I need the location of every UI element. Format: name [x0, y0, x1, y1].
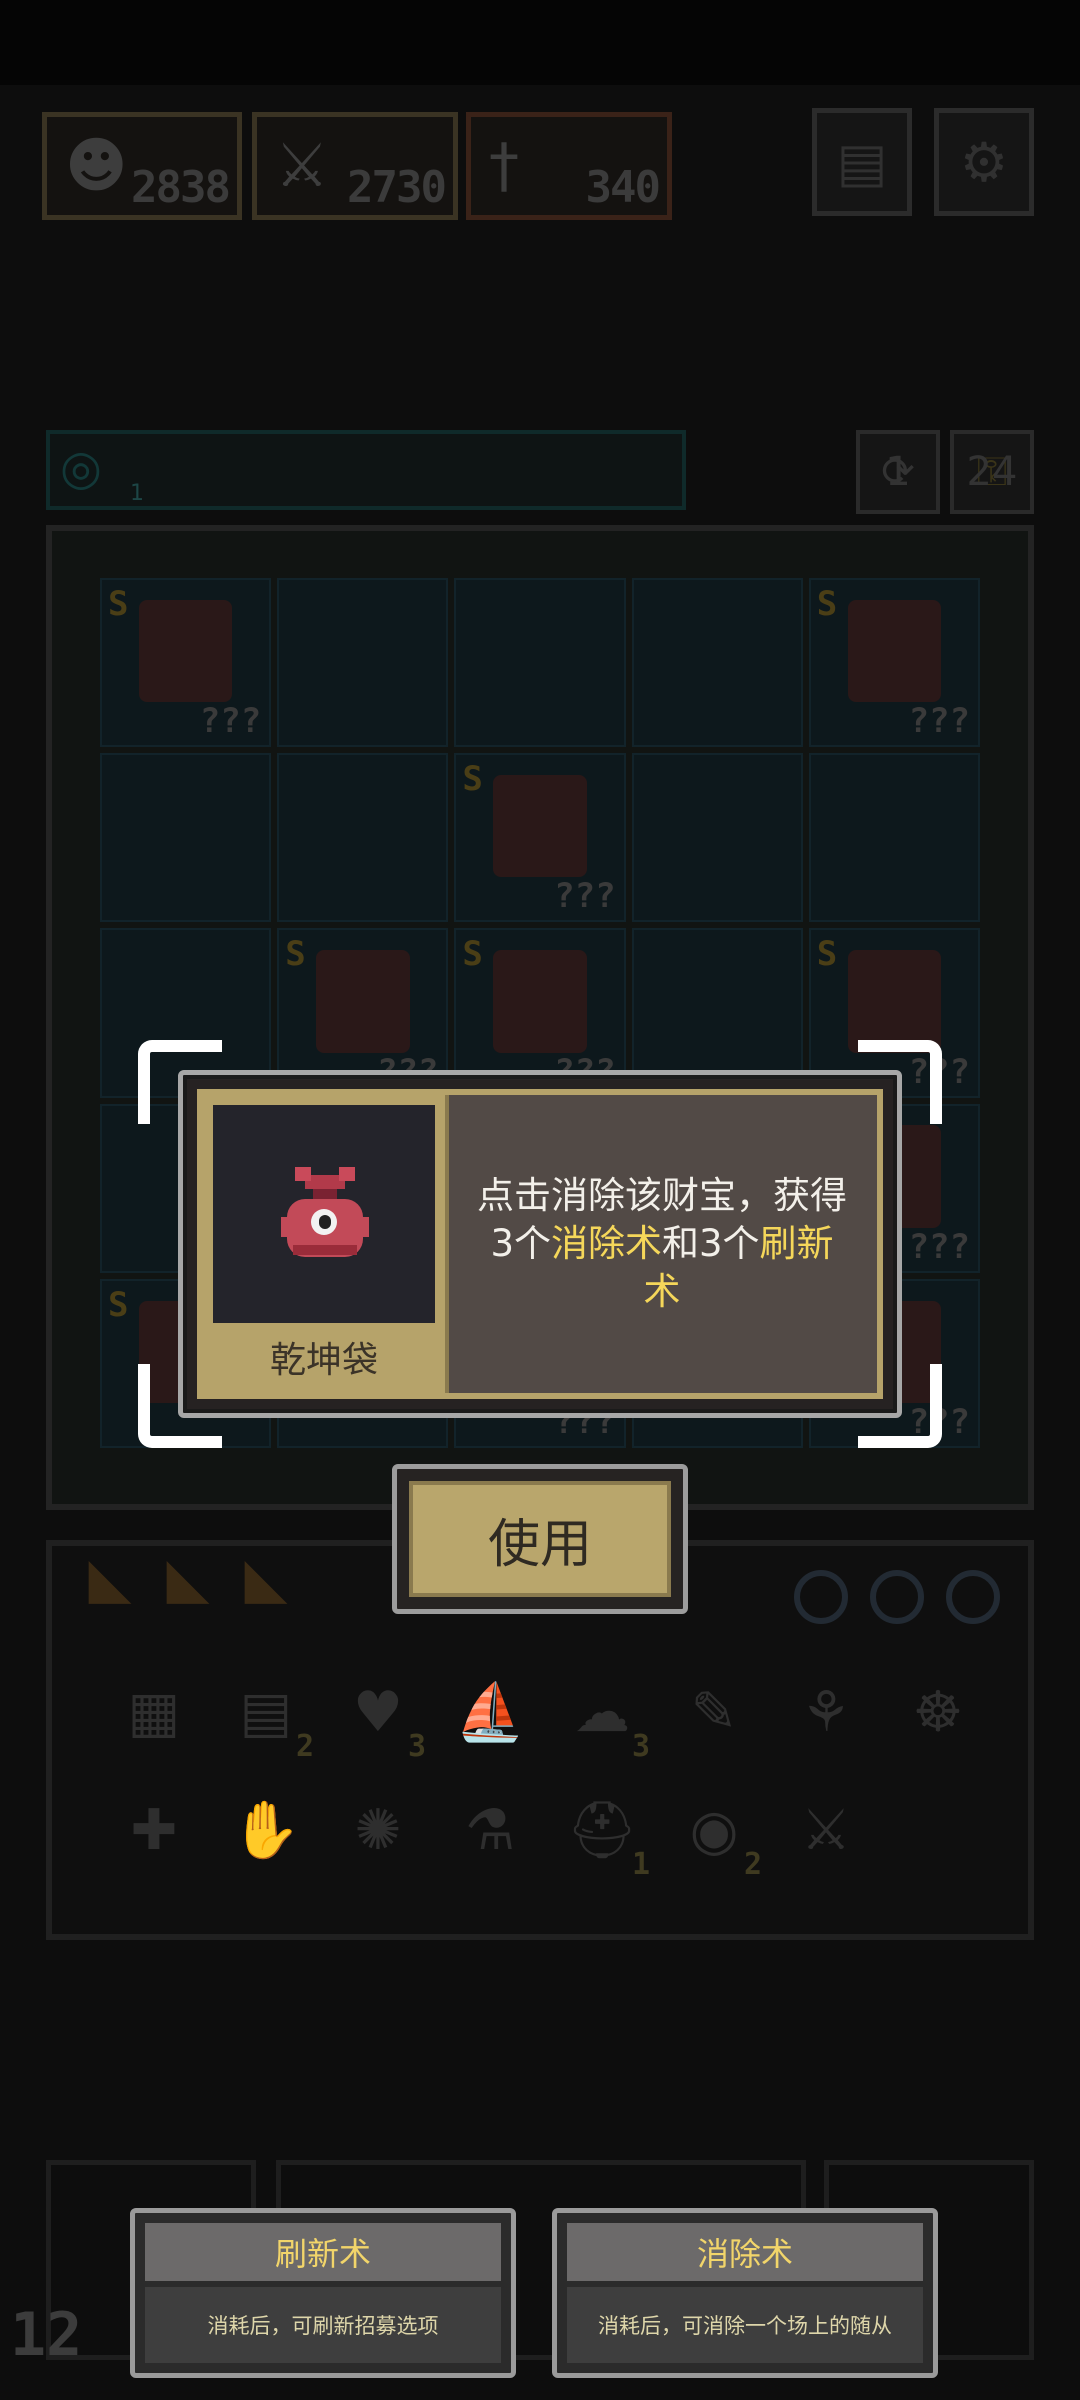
orb-icon	[794, 1570, 848, 1624]
book-icon: ▤	[836, 130, 888, 194]
attack-value: 2730	[347, 162, 447, 213]
desc-highlight-remove: 消除术	[551, 1222, 662, 1265]
inventory-tab-icon[interactable]: ◣	[80, 1548, 140, 1610]
inventory-tab-icon[interactable]: ◣	[158, 1548, 218, 1610]
sword-icon: ⚔	[275, 131, 329, 201]
board-cell[interactable]	[100, 753, 272, 923]
unknown-stat: ???	[908, 1226, 970, 1267]
inventory-item-icon[interactable]: ☸	[894, 1668, 982, 1756]
use-button-label: 使用	[409, 1481, 671, 1597]
inventory-item-icon[interactable]: ♥ 3	[334, 1668, 426, 1765]
card-title: 刷新术	[145, 2223, 501, 2281]
item-name: 乾坤袋	[269, 1340, 378, 1381]
attack-stat: ⚔ 2730	[252, 112, 458, 220]
popup-body: 乾坤袋 点击消除该财宝，获得3个消除术和3个刷新术	[197, 1089, 883, 1399]
item-count: 3	[631, 1729, 650, 1764]
inventory-item-icon[interactable]: ◉ 2	[670, 1786, 762, 1883]
tier-badge: S	[462, 934, 483, 975]
tier-badge: S	[108, 584, 129, 624]
use-button[interactable]: 使用	[392, 1464, 688, 1614]
remove-button[interactable]: ⚿ 24	[950, 430, 1034, 514]
tier-badge: S	[816, 584, 838, 624]
board-cell[interactable]	[808, 753, 980, 923]
board-cell[interactable]: S???	[808, 578, 980, 748]
item-pane: 乾坤袋	[203, 1095, 449, 1393]
orb-icon	[870, 1570, 924, 1624]
inventory-item-icon[interactable]: ⛵	[446, 1668, 534, 1756]
refresh-button[interactable]: ⟳ 1	[856, 430, 940, 514]
inventory-item-icon[interactable]: ✎	[670, 1668, 758, 1756]
item-image	[213, 1105, 435, 1323]
hero-sprite	[493, 950, 587, 1053]
wave-number: 12	[10, 2300, 83, 2370]
board-cell[interactable]: S???	[100, 578, 272, 748]
inventory-item-icon[interactable]: ✺	[334, 1786, 422, 1874]
board-cell[interactable]	[277, 753, 449, 923]
card-title: 消除术	[567, 2223, 923, 2281]
inventory-tab-icon[interactable]: ◣	[236, 1548, 296, 1610]
inventory-item-icon[interactable]: ⚘	[782, 1668, 870, 1756]
item-count: 1	[631, 1847, 650, 1882]
board-cell[interactable]: S???	[454, 753, 626, 923]
hero-sprite	[847, 950, 942, 1053]
unknown-stat: ???	[199, 701, 262, 742]
inventory-item-icon[interactable]: ▦	[110, 1668, 198, 1756]
inventory-item-icon[interactable]: ✚	[110, 1786, 198, 1874]
tier-badge: S	[285, 934, 306, 975]
hero-sprite	[493, 775, 587, 878]
status-bar	[0, 0, 1080, 85]
timer-icon: ◎	[60, 440, 102, 496]
board-cell[interactable]	[631, 578, 803, 748]
unknown-stat: ???	[908, 701, 970, 742]
inventory-item-icon[interactable]: ⚔	[782, 1786, 870, 1874]
tier-badge: S	[462, 759, 483, 800]
card-description: 消耗后，可消除一个场上的随从	[567, 2287, 923, 2363]
timer-count: 1	[130, 481, 144, 506]
dagger-icon: †	[489, 131, 519, 201]
hero-sprite	[138, 599, 233, 703]
inventory-item-icon[interactable]: ▤ 2	[222, 1668, 314, 1765]
orb-icon	[946, 1570, 1000, 1624]
bag-icon	[281, 1167, 369, 1257]
refresh-count: 1	[885, 449, 911, 495]
item-count: 3	[407, 1729, 426, 1764]
hp-value: 2838	[131, 162, 231, 213]
tier-badge: S	[108, 1284, 129, 1325]
weapon-value: 340	[585, 162, 661, 213]
inventory-item-icon[interactable]: ✋	[222, 1786, 310, 1874]
hero-sprite	[315, 950, 410, 1053]
card-description: 消耗后，可刷新招募选项	[145, 2287, 501, 2363]
inventory-row: ▦ ▤ 2 ♥ 3 ⛵ ☁ 3 ✎ ⚘ ☸	[110, 1668, 990, 1768]
weapon-stat: † 340	[466, 112, 672, 220]
item-count: 2	[295, 1729, 314, 1764]
inventory-row: ✚ ✋ ✺ ⚗ ⛑ 1 ◉ 2 ⚔	[110, 1786, 890, 1886]
hp-stat: ☻ 2838	[42, 112, 242, 220]
book-button[interactable]: ▤	[812, 108, 912, 216]
timer-bar: ◎ 1	[46, 430, 686, 510]
inventory-item-icon[interactable]: ⛑ 1	[558, 1786, 650, 1882]
remove-spell-card[interactable]: 消除术 消耗后，可消除一个场上的随从	[552, 2208, 938, 2378]
desc-text: 和3个	[662, 1222, 760, 1265]
settings-button[interactable]: ⚙	[934, 108, 1034, 216]
gear-icon: ⚙	[959, 130, 1009, 194]
board-cell[interactable]	[631, 753, 803, 923]
treasure-popup: 乾坤袋 点击消除该财宝，获得3个消除术和3个刷新术	[178, 1070, 902, 1418]
item-count: 2	[743, 1847, 762, 1882]
board-cell[interactable]	[277, 578, 449, 748]
hero-icon: ☻	[65, 131, 128, 201]
unknown-stat: ???	[554, 876, 616, 917]
hero-sprite	[847, 599, 942, 703]
inventory-item-icon[interactable]: ☁ 3	[558, 1668, 650, 1765]
item-description: 点击消除该财宝，获得3个消除术和3个刷新术	[461, 1095, 863, 1393]
inventory-item-icon[interactable]: ⚗	[446, 1786, 534, 1874]
remove-count: 24	[966, 449, 1018, 495]
tier-badge: S	[816, 934, 838, 975]
refresh-spell-card[interactable]: 刷新术 消耗后，可刷新招募选项	[130, 2208, 516, 2378]
board-cell[interactable]	[454, 578, 626, 748]
